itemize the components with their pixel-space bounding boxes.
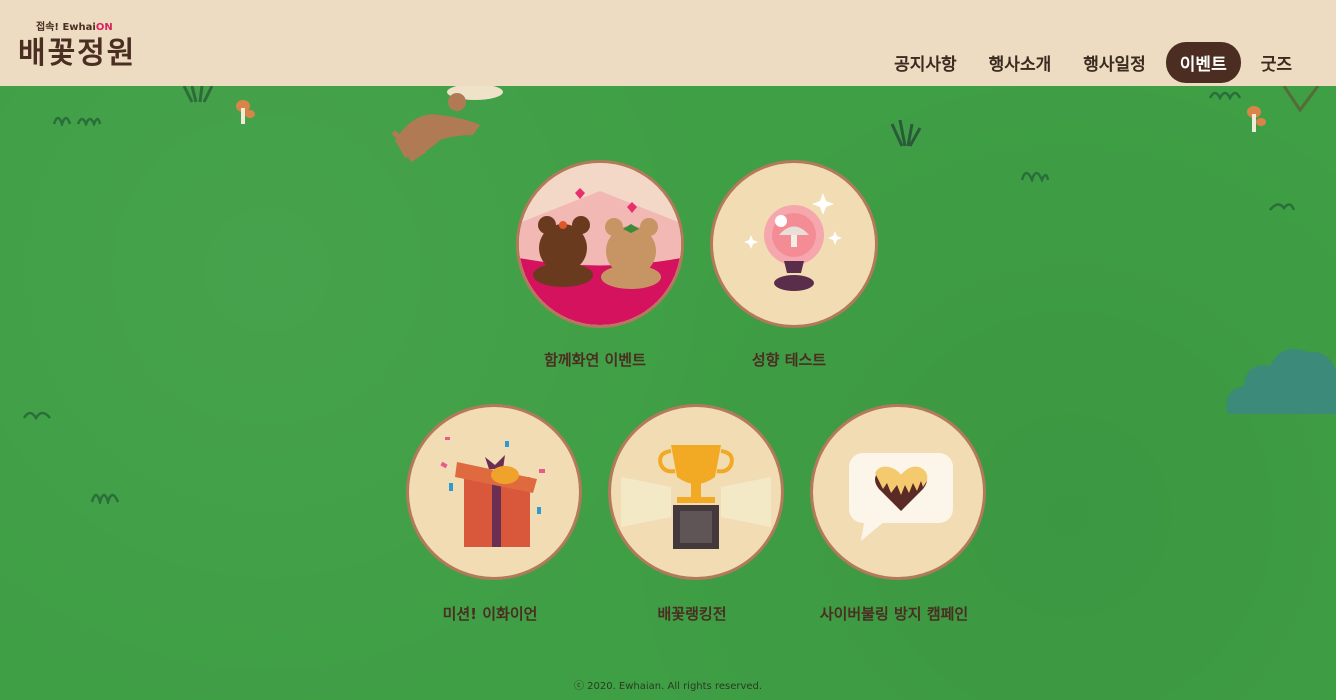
grass-squiggle-icon xyxy=(52,116,102,126)
grass-tuft-icon xyxy=(182,86,214,103)
grass-squiggle-icon xyxy=(1020,171,1050,182)
mushroom-icon xyxy=(1247,106,1266,132)
nav-item-notice[interactable]: 공지사항 xyxy=(882,43,969,82)
grass-squiggle-icon xyxy=(1208,91,1242,100)
event-together-circle[interactable] xyxy=(516,160,684,328)
grass-squiggle-icon xyxy=(1269,203,1296,211)
nav-item-intro[interactable]: 행사소개 xyxy=(977,43,1064,82)
crystal-ball-icon xyxy=(744,193,842,291)
event-ranking-label[interactable]: 배꽃랭킹전 xyxy=(657,603,726,624)
event-together-label[interactable]: 함께화연 이벤트 xyxy=(544,349,646,370)
grass-squiggle-icon xyxy=(22,411,51,420)
site-logo[interactable]: 접속! EwhaiON 배꽃정원 xyxy=(18,18,158,74)
grass-tuft-icon xyxy=(1282,86,1320,113)
event-personality-test-label[interactable]: 성향 테스트 xyxy=(752,349,826,370)
event-mission-circle[interactable] xyxy=(406,404,582,580)
grass-tuft-icon xyxy=(890,120,922,147)
nav-item-event[interactable]: 이벤트 xyxy=(1165,42,1241,83)
event-cyberbullying-circle[interactable] xyxy=(810,404,986,580)
nav-item-schedule[interactable]: 행사일정 xyxy=(1071,43,1158,82)
grass-squiggle-icon xyxy=(90,493,120,504)
event-ranking-circle[interactable] xyxy=(608,404,784,580)
event-mission-label[interactable]: 미션! 이화이언 xyxy=(443,603,538,624)
gift-box-icon xyxy=(440,437,545,547)
trophy-icon xyxy=(621,445,771,549)
logo-title: 배꽃정원 xyxy=(18,36,137,71)
main-nav: 공지사항 행사소개 행사일정 이벤트 굿즈 xyxy=(882,42,1304,83)
bears-icon xyxy=(519,163,681,325)
event-personality-test-circle[interactable] xyxy=(710,160,878,328)
bush-icon xyxy=(1226,349,1336,414)
mushroom-icon xyxy=(236,100,255,124)
nav-item-goods[interactable]: 굿즈 xyxy=(1249,43,1304,82)
running-dog-icon xyxy=(391,84,503,163)
site-header: 접속! EwhaiON 배꽃정원 공지사항 행사소개 행사일정 이벤트 굿즈 xyxy=(0,0,1336,86)
footer-copyright: ⓒ 2020. Ewhaian. All rights reserved. xyxy=(573,681,763,692)
event-cyberbullying-label[interactable]: 사이버불링 방지 캠페인 xyxy=(820,603,968,624)
heart-speech-bubble-icon xyxy=(849,453,953,541)
